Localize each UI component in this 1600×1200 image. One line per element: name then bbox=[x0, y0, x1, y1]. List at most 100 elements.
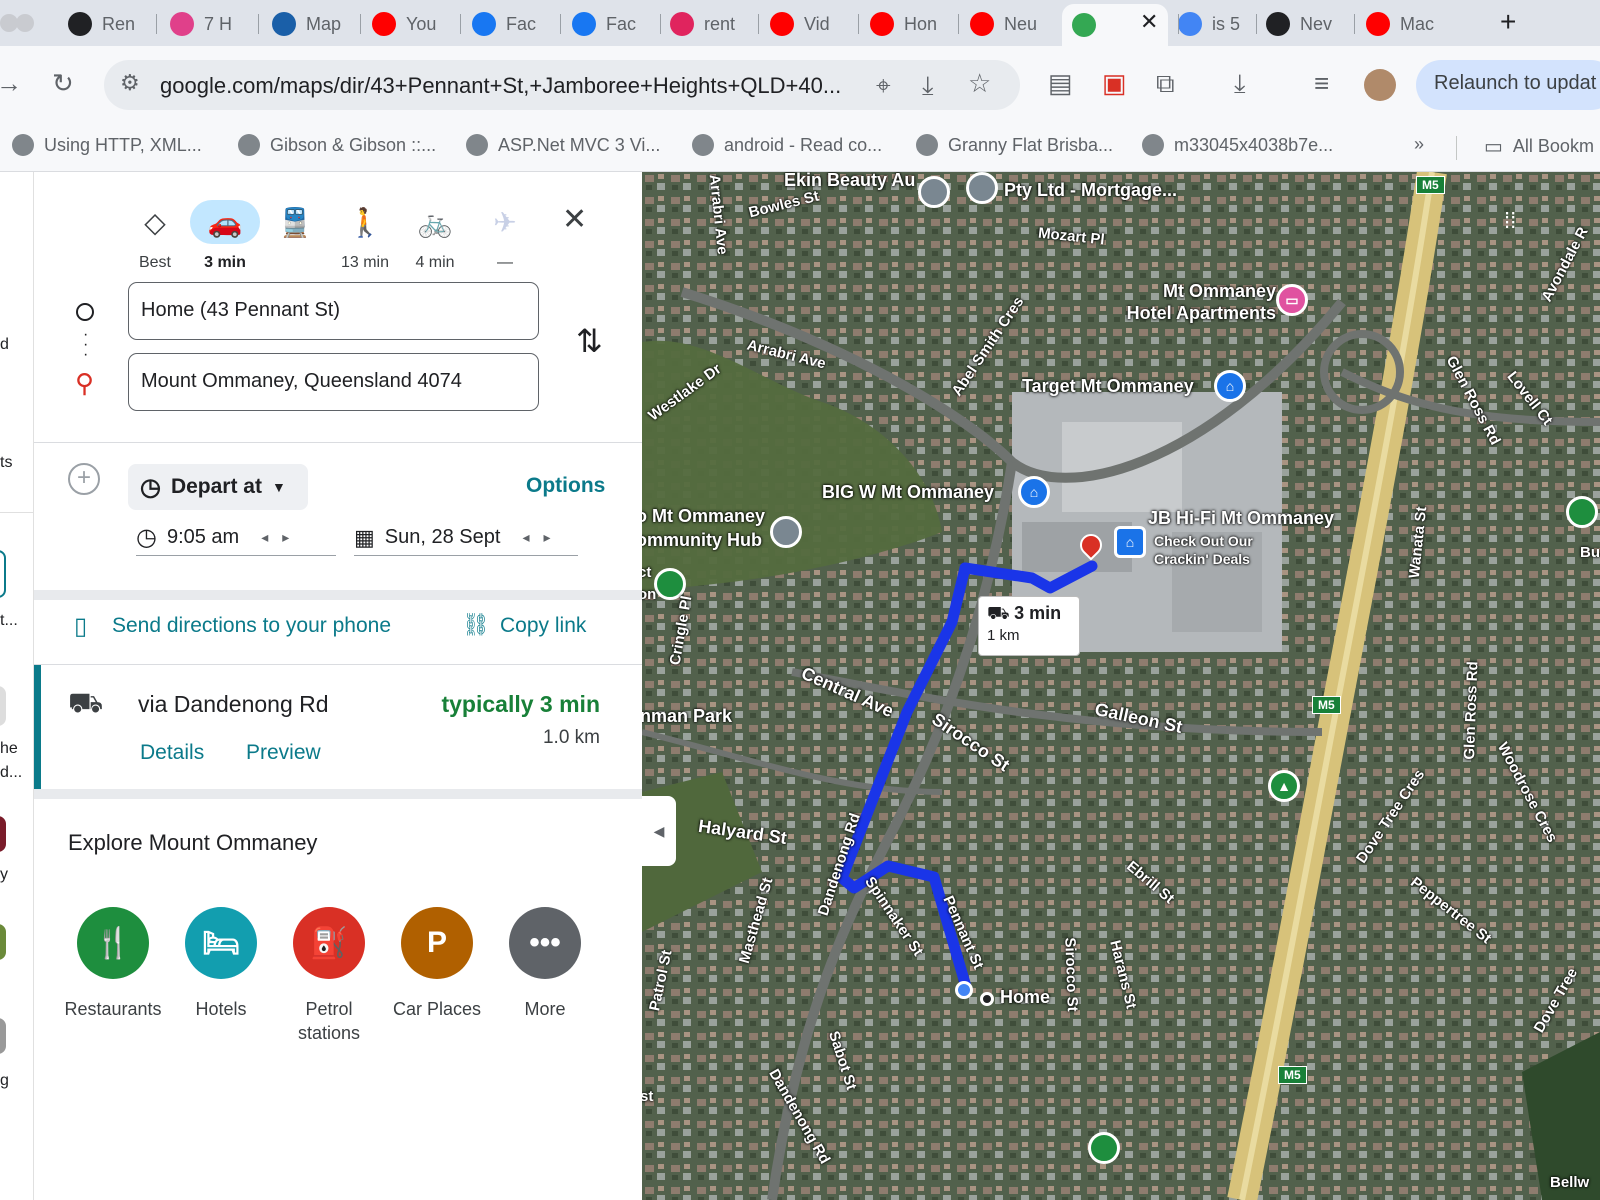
url-text[interactable]: google.com/maps/dir/43+Pennant+St,+Jambo… bbox=[160, 73, 841, 99]
relaunch-button[interactable]: Relaunch to updat bbox=[1416, 60, 1600, 110]
more-icon[interactable]: ••• bbox=[509, 907, 581, 979]
window-control-dot[interactable] bbox=[16, 14, 34, 32]
all-bookmarks[interactable]: ▭ All Bookm bbox=[1484, 134, 1594, 159]
start-point-icon bbox=[955, 981, 973, 999]
bookmark-label[interactable]: ASP.Net MVC 3 Vi... bbox=[498, 135, 660, 156]
bookmark-item[interactable]: Gibson & Gibson ::... bbox=[238, 134, 436, 156]
poi-pin-icon[interactable] bbox=[918, 176, 950, 208]
destination-input[interactable]: Mount Ommaney, Queensland 4074 bbox=[128, 353, 539, 411]
bookmark-item[interactable]: ASP.Net MVC 3 Vi... bbox=[466, 134, 660, 156]
browser-tab[interactable]: is 5 bbox=[1168, 8, 1254, 40]
browser-tab[interactable]: Mac bbox=[1356, 8, 1452, 40]
satellite-map[interactable]: Home ⛟ 3 min 1 km ▭ ⌂ ⌂ ⌂ ▲ M5 M5 M5 Eki… bbox=[642, 172, 1600, 1200]
time-stepper-icon[interactable]: ◂▸ bbox=[261, 529, 303, 546]
date-field[interactable]: ▦ Sun, 28 Sept ◂▸ bbox=[354, 520, 578, 556]
browser-tab[interactable]: Fac bbox=[562, 8, 658, 40]
origin-input[interactable]: Home (43 Pennant St) bbox=[128, 282, 539, 340]
profile-avatar[interactable] bbox=[1364, 69, 1396, 101]
petrol-stations-icon[interactable]: ⛽ bbox=[293, 907, 365, 979]
bookmark-label[interactable]: Granny Flat Brisba... bbox=[948, 135, 1113, 156]
rail-item[interactable] bbox=[0, 924, 6, 960]
restaurants-icon[interactable]: 🍴 bbox=[77, 907, 149, 979]
poi-pin-icon[interactable] bbox=[1566, 496, 1598, 528]
puzzle-icon[interactable]: ⧉ bbox=[1156, 70, 1175, 96]
collapse-panel-button[interactable]: ◀ bbox=[642, 796, 676, 866]
bookmark-label[interactable]: android - Read co... bbox=[724, 135, 882, 156]
options-link[interactable]: Options bbox=[526, 474, 605, 498]
explore-category[interactable]: 🛏 Hotels bbox=[166, 907, 276, 1021]
explore-category[interactable]: 🍴 Restaurants bbox=[58, 907, 168, 1021]
browser-tab[interactable]: You bbox=[362, 8, 458, 40]
mode-cycling[interactable]: 🚲 4 min bbox=[400, 200, 470, 272]
bookmark-item[interactable]: m33045x4038b7e... bbox=[1142, 134, 1333, 156]
bookmark-label[interactable]: m33045x4038b7e... bbox=[1174, 135, 1333, 156]
add-stop-icon[interactable]: + bbox=[68, 463, 100, 495]
browser-tab[interactable]: Hon bbox=[860, 8, 956, 40]
hotel-pin-icon[interactable]: ▭ bbox=[1276, 284, 1308, 316]
close-tab-icon[interactable]: ✕ bbox=[1140, 11, 1158, 33]
shopping-pin-icon[interactable]: ⌂ bbox=[1214, 370, 1246, 402]
park-pin-icon[interactable] bbox=[1088, 1132, 1120, 1164]
mode-flight[interactable]: ✈ — bbox=[470, 200, 540, 272]
park-pin-icon[interactable]: ▲ bbox=[1268, 770, 1300, 802]
time-field[interactable]: ◷ 9:05 am ◂▸ bbox=[136, 520, 336, 556]
site-info-icon[interactable]: ⚙ bbox=[120, 72, 140, 94]
bookmark-label[interactable]: Using HTTP, XML... bbox=[44, 135, 202, 156]
address-bar[interactable]: ⚙ google.com/maps/dir/43+Pennant+St,+Jam… bbox=[104, 60, 1020, 110]
bookmark-item[interactable]: Using HTTP, XML... bbox=[12, 134, 202, 156]
extension-icon[interactable]: ▣ bbox=[1102, 70, 1127, 96]
bookmark-item[interactable]: android - Read co... bbox=[692, 134, 882, 156]
details-link[interactable]: Details bbox=[140, 741, 204, 765]
poi-pin-icon[interactable] bbox=[966, 172, 998, 204]
hotels-icon[interactable]: 🛏 bbox=[185, 907, 257, 979]
route-option[interactable]: ⛟ via Dandenong Rd typically 3 min 1.0 k… bbox=[34, 665, 642, 789]
rail-item[interactable] bbox=[0, 550, 6, 598]
browser-tab[interactable]: Ren bbox=[58, 8, 154, 40]
rail-item[interactable] bbox=[0, 1018, 6, 1054]
calendar-icon: ▦ bbox=[354, 524, 375, 550]
mode-label: 4 min bbox=[415, 254, 455, 271]
mode-driving[interactable]: 🚗 3 min bbox=[190, 200, 260, 272]
bookmark-label[interactable]: Gibson & Gibson ::... bbox=[270, 135, 436, 156]
browser-tab[interactable]: Fac bbox=[462, 8, 558, 40]
browser-tab[interactable]: Map bbox=[262, 8, 358, 40]
media-icon[interactable]: ≡ bbox=[1314, 70, 1329, 96]
browser-tab[interactable]: rent bbox=[660, 8, 756, 40]
mode-transit[interactable]: 🚆 bbox=[260, 200, 330, 254]
shopping-pin-icon[interactable]: ⌂ bbox=[1114, 526, 1146, 558]
browser-tab[interactable]: 7 H bbox=[160, 8, 256, 40]
home-label[interactable]: Home bbox=[1000, 987, 1050, 1008]
close-directions-icon[interactable]: ✕ bbox=[562, 202, 587, 237]
preview-link[interactable]: Preview bbox=[246, 741, 321, 765]
rail-item[interactable] bbox=[0, 686, 6, 726]
car-places-icon[interactable]: P bbox=[401, 907, 473, 979]
shopping-pin-icon[interactable]: ⌂ bbox=[1018, 476, 1050, 508]
extension-icon[interactable]: ▤ bbox=[1048, 70, 1073, 96]
mode-walking[interactable]: 🚶 13 min bbox=[330, 200, 400, 272]
install-app-icon[interactable]: ⤓ bbox=[922, 72, 934, 98]
bookmark-star-icon[interactable]: ☆ bbox=[968, 70, 991, 96]
browser-tab[interactable]: Neu bbox=[960, 8, 1056, 40]
explore-category[interactable]: ••• More bbox=[490, 907, 600, 1021]
explore-category[interactable]: ⛽ Petrol stations bbox=[274, 907, 384, 1045]
location-icon[interactable]: ⌖ bbox=[876, 72, 891, 98]
browser-tab[interactable]: Vid bbox=[760, 8, 856, 40]
new-tab-icon[interactable]: + bbox=[1500, 8, 1516, 36]
send-to-phone-link[interactable]: Send directions to your phone bbox=[112, 614, 391, 638]
copy-link[interactable]: Copy link bbox=[500, 614, 586, 638]
bookmark-item[interactable]: Granny Flat Brisba... bbox=[916, 134, 1113, 156]
rail-item[interactable] bbox=[0, 816, 6, 852]
download-icon[interactable]: ⤓ bbox=[1234, 70, 1246, 96]
forward-icon[interactable]: → bbox=[0, 70, 22, 96]
browser-tab[interactable]: Nev bbox=[1256, 8, 1352, 40]
reload-icon[interactable]: ↻ bbox=[52, 70, 74, 96]
date-stepper-icon[interactable]: ◂▸ bbox=[522, 529, 564, 546]
apps-grid-icon[interactable]: ⁞⁞ bbox=[1504, 208, 1516, 234]
depart-at-dropdown[interactable]: ◷ Depart at ▼ bbox=[128, 464, 308, 510]
route-summary-card[interactable]: ⛟ 3 min 1 km bbox=[978, 596, 1080, 656]
home-marker-icon[interactable] bbox=[980, 992, 994, 1006]
explore-category[interactable]: P Car Places bbox=[382, 907, 492, 1021]
swap-icon[interactable]: ⇅ bbox=[576, 322, 603, 360]
mode-best[interactable]: ◇ Best bbox=[120, 200, 190, 272]
bookmarks-overflow[interactable]: » bbox=[1414, 134, 1424, 155]
